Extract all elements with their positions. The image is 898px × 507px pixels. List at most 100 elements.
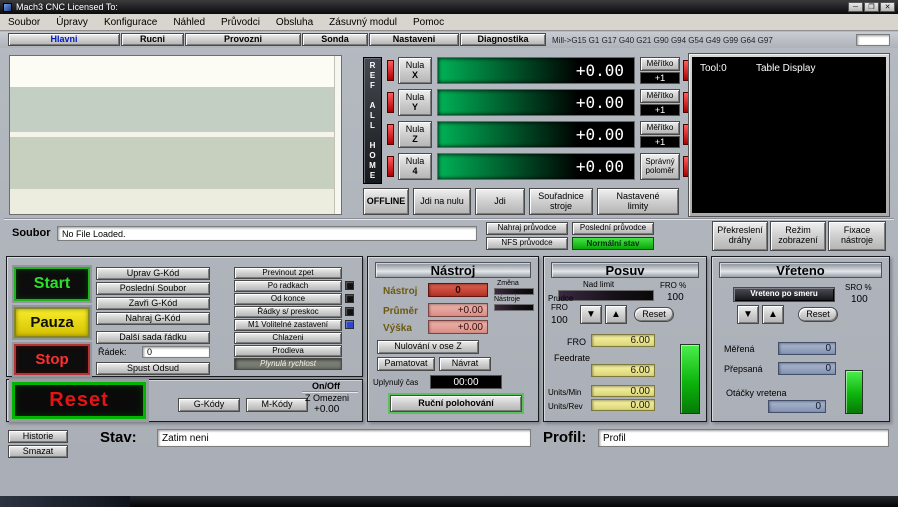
height-field[interactable]: +0.00	[428, 320, 488, 334]
gcode-scrollbar[interactable]	[334, 56, 341, 214]
nfs-wizard-button[interactable]: NFS průvodce	[486, 237, 568, 250]
manual-jog-button[interactable]: Ruční polohování	[390, 395, 522, 412]
fro-field[interactable]: 6.00	[591, 334, 655, 347]
diameter-field[interactable]: +0.00	[428, 303, 488, 317]
tab-diagnostika[interactable]: Diagnostika	[460, 33, 546, 46]
goto-zero-button[interactable]: Jdi na nulu	[413, 188, 471, 215]
single-step-led	[345, 281, 354, 290]
zero-4-button[interactable]: Nula 4	[398, 153, 432, 180]
menu-zasuvny-modul[interactable]: Zásuvný modul	[321, 14, 405, 31]
maximize-button[interactable]: ❒	[864, 2, 879, 12]
tab-rucni[interactable]: Rucni	[121, 33, 184, 46]
menu-upravy[interactable]: Úpravy	[48, 14, 96, 31]
menu-soubor[interactable]: Soubor	[0, 14, 48, 31]
tool-number-field[interactable]: 0	[428, 283, 488, 297]
spindle-down-arrow-button[interactable]: ▼	[737, 305, 759, 324]
scale-z-button[interactable]: Měřítko	[640, 121, 680, 135]
load-gcode-button[interactable]: Nahraj G-Kód	[96, 312, 210, 325]
spindle-reset-button[interactable]: Reset	[798, 307, 838, 322]
file-field[interactable]: No File Loaded.	[57, 226, 477, 241]
history-button[interactable]: Historie	[8, 430, 68, 443]
block-delete-button[interactable]: Řádky s/ preskoc	[234, 306, 342, 318]
tool-change-bar1	[494, 288, 534, 295]
menu-pruvodci[interactable]: Průvodci	[213, 14, 268, 31]
spindle-rpm-field: 0	[768, 400, 826, 413]
machine-coords-button[interactable]: Souřadnice stroje	[529, 188, 593, 215]
menu-nahled[interactable]: Náhled	[165, 14, 213, 31]
menu-obsluha[interactable]: Obsluha	[268, 14, 321, 31]
line-number-field[interactable]: 0	[142, 346, 210, 358]
units-min-label: Units/Min	[548, 388, 581, 397]
soft-limits-button[interactable]: Nastavené limity	[597, 188, 679, 215]
spindle-up-arrow-button[interactable]: ▲	[762, 305, 784, 324]
close-gcode-button[interactable]: Zavři G-Kód	[96, 297, 210, 310]
mcodes-button[interactable]: M-Kódy	[246, 398, 308, 412]
dro-y-value: +0.00	[576, 93, 624, 112]
last-wizard-button[interactable]: Poslední průvodce	[572, 222, 654, 235]
onoff-label: On/Off	[312, 381, 340, 391]
offline-button[interactable]: OFFLINE	[363, 188, 409, 215]
edit-gcode-button[interactable]: Uprav G-Kód	[96, 267, 210, 280]
minimize-button[interactable]: ─	[848, 2, 863, 12]
start-button[interactable]: Start	[14, 267, 90, 301]
stop-button[interactable]: Stop	[14, 344, 90, 375]
tab-hlavni[interactable]: Hlavni	[8, 33, 120, 46]
dro-y[interactable]: +0.00	[437, 89, 635, 116]
tab-provozni[interactable]: Provozni	[185, 33, 301, 46]
scale-x-button[interactable]: Měřítko	[640, 57, 680, 71]
reverse-run-button[interactable]: Od konce	[234, 293, 342, 305]
display-mode-button[interactable]: Režim zobrazení	[770, 221, 826, 251]
cv-mode-button[interactable]: Plynulá rychlost	[234, 358, 342, 370]
run-from-here-button[interactable]: Spust Odsud	[96, 362, 210, 375]
toolpath-display[interactable]: Tool:0 Table Display	[692, 57, 886, 213]
feed-down-arrow-button[interactable]: ▼	[580, 305, 602, 324]
scale-y-button[interactable]: Měřítko	[640, 89, 680, 103]
radius-correct-button[interactable]: Správný poloměr	[640, 153, 680, 180]
redraw-path-button[interactable]: Překreslení dráhy	[712, 221, 768, 251]
menu-pomoc[interactable]: Pomoc	[405, 14, 452, 31]
menu-konfigurace[interactable]: Konfigurace	[96, 14, 165, 31]
axis-letter: X	[412, 71, 418, 81]
last-file-button[interactable]: Poslední Soubor	[96, 282, 210, 295]
line-label: Řádek:	[98, 347, 127, 357]
feed-up-arrow-button[interactable]: ▲	[605, 305, 627, 324]
reset-button[interactable]: Reset	[12, 382, 146, 419]
zero-y-button[interactable]: Nula Y	[398, 89, 432, 116]
axis-letter: 4	[412, 167, 417, 177]
return-button[interactable]: Návrat	[439, 357, 491, 371]
single-step-button[interactable]: Po radkach	[234, 280, 342, 292]
coolant-button[interactable]: Chlazeni	[234, 332, 342, 344]
close-button[interactable]: ✕	[880, 2, 895, 12]
zero-x-button[interactable]: Nula X	[398, 57, 432, 84]
zero-z-tool-button[interactable]: Nulování v ose Z	[377, 340, 479, 354]
dro-x[interactable]: +0.00	[437, 57, 635, 84]
clear-button[interactable]: Smazat	[8, 445, 68, 458]
redraw-line2: dráhy	[729, 236, 752, 246]
axis-letter: Z	[412, 135, 418, 145]
tool-fix-button[interactable]: Fixace nástroje	[828, 221, 886, 251]
tab-nastaveni[interactable]: Nastaveni	[369, 33, 459, 46]
gcodes-button[interactable]: G-Kódy	[178, 398, 240, 412]
file-label: Soubor	[12, 227, 51, 239]
axis-z-ref-led	[387, 124, 394, 145]
dro-z[interactable]: +0.00	[437, 121, 635, 148]
zero-z-button[interactable]: Nula Z	[398, 121, 432, 148]
ref-all-home-button[interactable]: REF ALL HOME	[363, 57, 382, 184]
profile-label: Profil:	[543, 429, 586, 446]
set-next-line-button[interactable]: Další sada řádku	[96, 331, 210, 344]
go-button[interactable]: Jdi	[475, 188, 525, 215]
dwell-button[interactable]: Prodleva	[234, 345, 342, 357]
remember-button[interactable]: Pamatovat	[377, 357, 435, 371]
rapid-label-line2: FRO	[551, 303, 568, 312]
m1-optional-stop-button[interactable]: M1 Volitelné zastavení	[234, 319, 342, 331]
window-title: Mach3 CNC Licensed To:	[16, 2, 118, 12]
rewind-button[interactable]: Previnout zpet	[234, 267, 342, 279]
spindle-direction-button[interactable]: Vreteno po smeru	[733, 287, 835, 302]
pause-button[interactable]: Pauza	[14, 307, 90, 338]
dro-4[interactable]: +0.00	[437, 153, 635, 180]
tab-sonda[interactable]: Sonda	[302, 33, 368, 46]
load-wizard-button[interactable]: Nahraj průvodce	[486, 222, 568, 235]
gcode-list[interactable]	[9, 55, 342, 215]
feed-reset-button[interactable]: Reset	[634, 307, 674, 322]
display-mode-line2: zobrazení	[778, 236, 818, 246]
